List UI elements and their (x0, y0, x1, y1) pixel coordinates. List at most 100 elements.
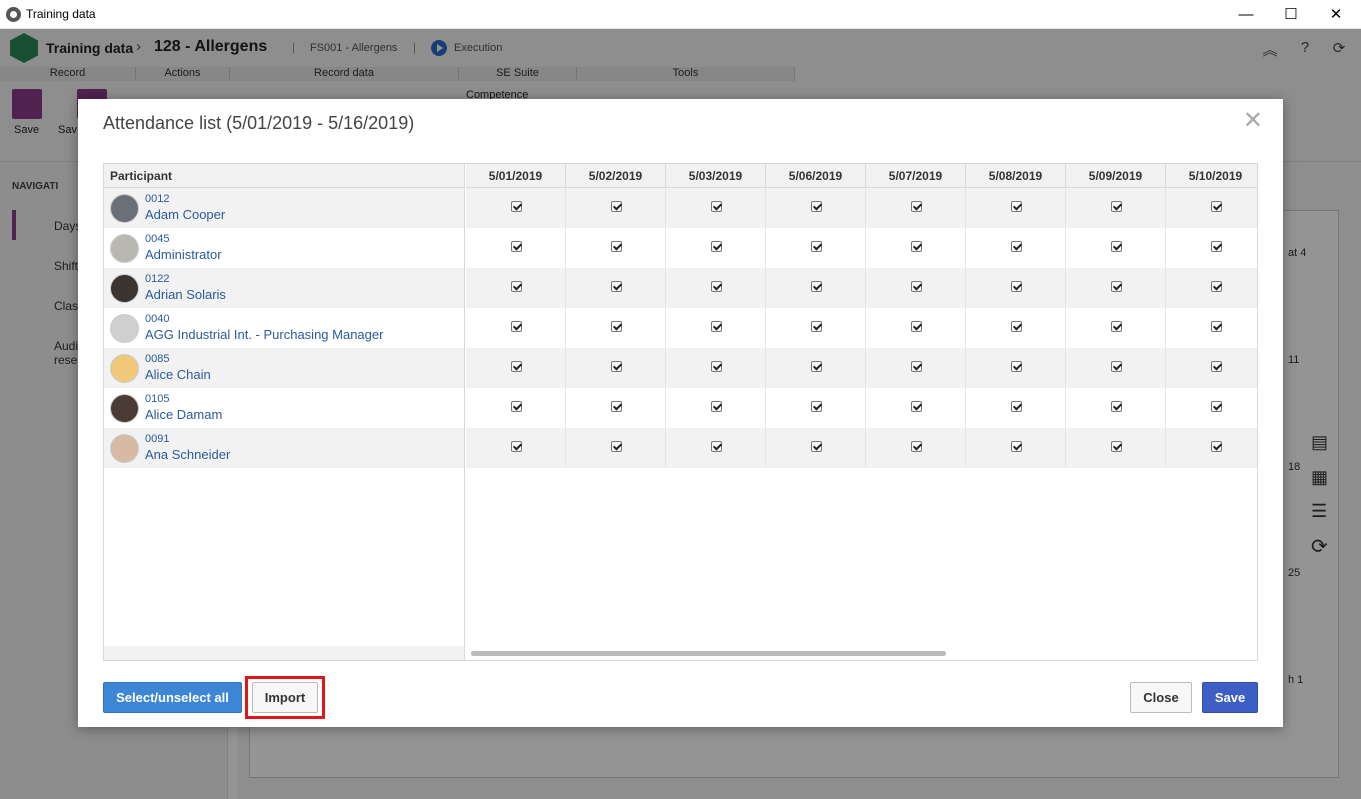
attendance-checkbox[interactable] (811, 401, 822, 412)
attendance-checkbox[interactable] (611, 361, 622, 372)
attendance-checkbox[interactable] (1011, 281, 1022, 292)
attendance-checkbox[interactable] (511, 321, 522, 332)
attendance-checkbox[interactable] (711, 361, 722, 372)
attendance-checkbox[interactable] (611, 401, 622, 412)
attendance-checkbox[interactable] (1211, 321, 1222, 332)
attendance-checkbox[interactable] (1211, 281, 1222, 292)
attendance-row (466, 228, 1257, 268)
attendance-checkbox[interactable] (511, 441, 522, 452)
attendance-cell (966, 308, 1066, 348)
attendance-checkbox[interactable] (911, 281, 922, 292)
import-highlight-box (245, 676, 325, 719)
attendance-checkbox[interactable] (1111, 441, 1122, 452)
attendance-checkbox[interactable] (611, 281, 622, 292)
attendance-checkbox[interactable] (711, 401, 722, 412)
participant-code: 0105 (145, 393, 170, 405)
attendance-checkbox[interactable] (711, 281, 722, 292)
attendance-checkbox[interactable] (1111, 361, 1122, 372)
attendance-checkbox[interactable] (811, 321, 822, 332)
attendance-cell (866, 308, 966, 348)
participant-row: 0105 Alice Damam (104, 388, 464, 428)
date-header: 5/03/2019 (666, 164, 766, 188)
attendance-checkbox[interactable] (511, 281, 522, 292)
maximize-button[interactable]: ☐ (1268, 0, 1314, 29)
attendance-row (466, 308, 1257, 348)
attendance-checkbox[interactable] (911, 321, 922, 332)
attendance-cell (966, 228, 1066, 268)
attendance-checkbox[interactable] (1211, 241, 1222, 252)
attendance-checkbox[interactable] (1011, 201, 1022, 212)
attendance-cell (866, 388, 966, 428)
attendance-checkbox[interactable] (1111, 281, 1122, 292)
attendance-cell (466, 348, 566, 388)
attendance-checkbox[interactable] (1211, 401, 1222, 412)
attendance-checkbox[interactable] (1011, 401, 1022, 412)
attendance-checkbox[interactable] (1011, 441, 1022, 452)
attendance-cell (466, 228, 566, 268)
close-icon[interactable]: ✕ (1243, 109, 1263, 133)
participant-name: Adrian Solaris (145, 287, 226, 302)
attendance-cell (1166, 348, 1257, 388)
attendance-checkbox[interactable] (1011, 361, 1022, 372)
attendance-checkbox[interactable] (711, 441, 722, 452)
date-header: 5/01/2019 (466, 164, 566, 188)
attendance-cell (1166, 268, 1257, 308)
attendance-checkbox[interactable] (811, 241, 822, 252)
attendance-cell (1166, 308, 1257, 348)
attendance-checkbox[interactable] (611, 241, 622, 252)
attendance-checkbox[interactable] (811, 441, 822, 452)
attendance-checkbox[interactable] (811, 201, 822, 212)
attendance-checkbox[interactable] (711, 201, 722, 212)
attendance-cell (566, 188, 666, 228)
attendance-checkbox[interactable] (511, 201, 522, 212)
attendance-checkbox[interactable] (811, 281, 822, 292)
attendance-checkbox[interactable] (611, 441, 622, 452)
attendance-checkbox[interactable] (1211, 441, 1222, 452)
attendance-cell (966, 388, 1066, 428)
date-columns: 5/01/2019 5/02/2019 5/03/2019 5/06/2019 5/07… (466, 164, 1257, 660)
attendance-checkbox[interactable] (1111, 401, 1122, 412)
attendance-cell (866, 348, 966, 388)
attendance-checkbox[interactable] (911, 201, 922, 212)
attendance-checkbox[interactable] (911, 441, 922, 452)
attendance-cell (566, 308, 666, 348)
avatar (110, 194, 139, 223)
attendance-cell (1066, 188, 1166, 228)
horizontal-scrollbar[interactable] (471, 651, 946, 656)
attendance-checkbox[interactable] (511, 361, 522, 372)
minimize-button[interactable]: — (1223, 0, 1269, 29)
attendance-checkbox[interactable] (911, 361, 922, 372)
save-button[interactable]: Save (1202, 682, 1258, 713)
participant-name: Ana Schneider (145, 447, 231, 462)
attendance-cell (666, 188, 766, 228)
avatar (110, 354, 139, 383)
attendance-checkbox[interactable] (711, 241, 722, 252)
attendance-checkbox[interactable] (611, 201, 622, 212)
participant-name: Alice Chain (145, 367, 211, 382)
attendance-cell (1066, 428, 1166, 468)
avatar (110, 394, 139, 423)
attendance-checkbox[interactable] (1111, 201, 1122, 212)
attendance-checkbox[interactable] (1111, 241, 1122, 252)
close-window-button[interactable]: ✕ (1313, 0, 1359, 29)
attendance-checkbox[interactable] (711, 321, 722, 332)
attendance-checkbox[interactable] (1211, 361, 1222, 372)
attendance-checkbox[interactable] (1111, 321, 1122, 332)
attendance-cell (466, 188, 566, 228)
attendance-cell (766, 348, 866, 388)
attendance-cell (866, 268, 966, 308)
attendance-checkbox[interactable] (1011, 241, 1022, 252)
attendance-checkbox[interactable] (611, 321, 622, 332)
attendance-checkbox[interactable] (911, 401, 922, 412)
attendance-checkbox[interactable] (511, 241, 522, 252)
attendance-checkbox[interactable] (911, 241, 922, 252)
close-button[interactable]: Close (1130, 682, 1192, 713)
attendance-cell (1166, 228, 1257, 268)
attendance-checkbox[interactable] (1011, 321, 1022, 332)
attendance-cell (1066, 388, 1166, 428)
attendance-checkbox[interactable] (1211, 201, 1222, 212)
attendance-checkbox[interactable] (811, 361, 822, 372)
select-unselect-all-button[interactable]: Select/unselect all (103, 682, 242, 713)
date-header: 5/08/2019 (966, 164, 1066, 188)
attendance-checkbox[interactable] (511, 401, 522, 412)
